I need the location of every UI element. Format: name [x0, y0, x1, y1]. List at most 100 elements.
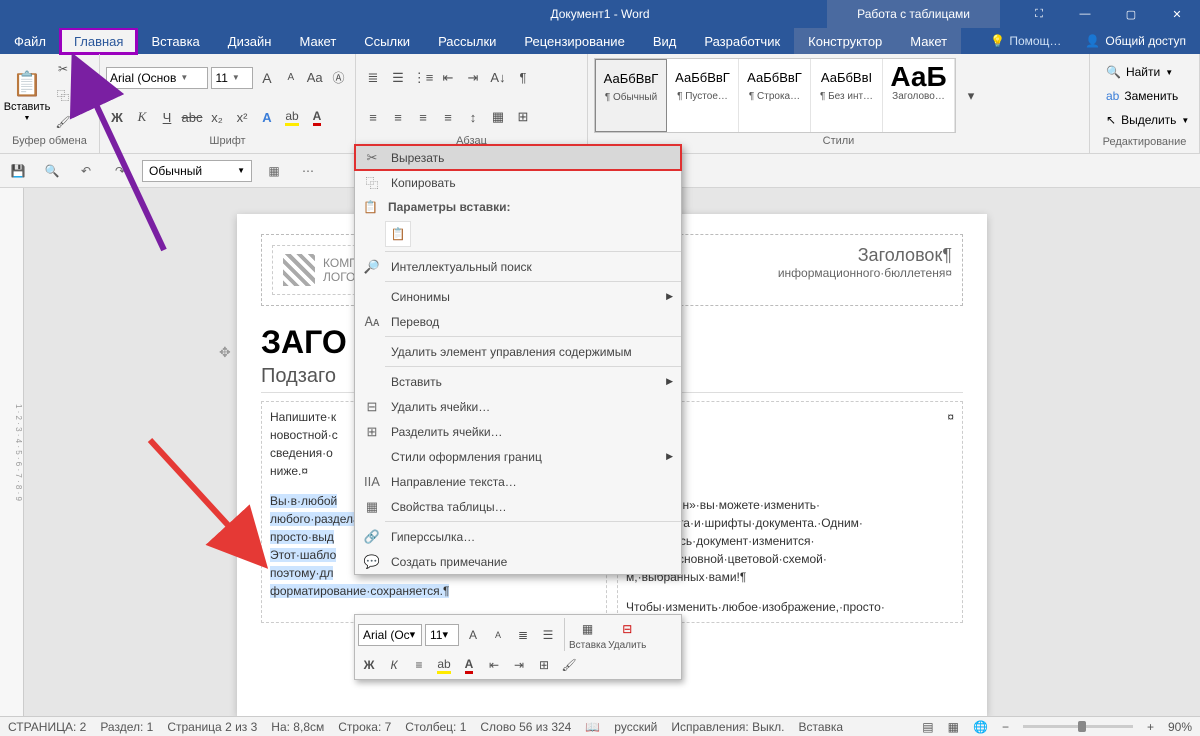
- replace-button[interactable]: abЗаменить: [1100, 84, 1195, 108]
- status-position[interactable]: На: 8,8см: [271, 720, 324, 734]
- ribbon-options-button[interactable]: ⛶: [1016, 0, 1062, 28]
- status-page[interactable]: СТРАНИЦА: 2: [8, 720, 86, 734]
- style-normal[interactable]: АаБбВвГ¶ Обычный: [595, 59, 667, 132]
- cm-delete-content-control[interactable]: Удалить элемент управления содержимым: [355, 339, 681, 364]
- increase-indent-button[interactable]: ⇥: [462, 67, 484, 89]
- tab-references[interactable]: Ссылки: [350, 28, 424, 54]
- decrease-indent-button[interactable]: ⇤: [437, 67, 459, 89]
- paste-option-keep-source[interactable]: 📋: [385, 221, 411, 247]
- find-button[interactable]: 🔍Найти▼: [1100, 60, 1195, 84]
- select-button[interactable]: ↖Выделить▼: [1100, 108, 1195, 132]
- cm-synonyms[interactable]: Синонимы▶: [355, 284, 681, 309]
- cm-insert[interactable]: Вставить▶: [355, 369, 681, 394]
- view-web-layout[interactable]: 🌐: [973, 720, 988, 734]
- minimize-button[interactable]: —: [1062, 0, 1108, 28]
- maximize-button[interactable]: ▢: [1108, 0, 1154, 28]
- cm-border-styles[interactable]: Стили оформления границ▶: [355, 444, 681, 469]
- tab-mailings[interactable]: Рассылки: [424, 28, 510, 54]
- mini-numbering[interactable]: ☰: [537, 624, 559, 646]
- cut-button[interactable]: ✂: [52, 58, 74, 80]
- tab-file[interactable]: Файл: [0, 28, 60, 54]
- mini-align[interactable]: ≡: [408, 654, 430, 676]
- font-size-combo[interactable]: 11▼: [211, 67, 253, 89]
- paste-button[interactable]: 📋 Вставить ▼: [4, 56, 50, 135]
- clear-formatting-button[interactable]: Ⓐ: [328, 67, 349, 89]
- cm-cut[interactable]: ✂Вырезать: [355, 145, 681, 170]
- grow-font-button[interactable]: A: [256, 67, 277, 89]
- font-color-button[interactable]: A: [306, 106, 328, 128]
- status-column[interactable]: Столбец: 1: [405, 720, 466, 734]
- more-qat-button[interactable]: ⋯: [296, 159, 320, 183]
- mini-font-combo[interactable]: Arial (Ос▾: [358, 624, 422, 646]
- status-section[interactable]: Раздел: 1: [100, 720, 153, 734]
- tab-table-layout[interactable]: Макет: [896, 28, 961, 54]
- mini-insert-table[interactable]: ▦: [577, 618, 599, 640]
- mini-indent-inc[interactable]: ⇥: [508, 654, 530, 676]
- view-print-layout[interactable]: ▦: [948, 720, 959, 734]
- mini-shrink-font[interactable]: A: [487, 624, 509, 646]
- superscript-button[interactable]: x²: [231, 106, 253, 128]
- align-right-button[interactable]: ≡: [412, 106, 434, 128]
- status-track-changes[interactable]: Исправления: Выкл.: [671, 720, 784, 734]
- cm-table-properties[interactable]: ▦Свойства таблицы…: [355, 494, 681, 519]
- strikethrough-button[interactable]: abc: [181, 106, 203, 128]
- view-read-mode[interactable]: ▤: [922, 720, 933, 734]
- change-case-button[interactable]: Aa: [304, 67, 325, 89]
- align-center-button[interactable]: ≡: [387, 106, 409, 128]
- style-row[interactable]: АаБбВвГ¶ Строка…: [739, 59, 811, 132]
- highlight-button[interactable]: ab: [281, 106, 303, 128]
- undo-button[interactable]: ↶: [74, 159, 98, 183]
- bullets-button[interactable]: ≣: [362, 67, 384, 89]
- align-left-button[interactable]: ≡: [362, 106, 384, 128]
- style-nospacing[interactable]: АаБбВвІ¶ Без инт…: [811, 59, 883, 132]
- copy-button[interactable]: ⿻: [52, 84, 74, 106]
- zoom-level[interactable]: 90%: [1168, 720, 1192, 734]
- sort-button[interactable]: A↓: [487, 67, 509, 89]
- status-language[interactable]: русский: [614, 720, 657, 734]
- mini-italic[interactable]: К: [383, 654, 405, 676]
- tab-layout[interactable]: Макет: [285, 28, 350, 54]
- tab-developer[interactable]: Разработчик: [690, 28, 794, 54]
- style-combo[interactable]: Обычный▼: [142, 160, 252, 182]
- mini-bullets[interactable]: ≣: [512, 624, 534, 646]
- line-spacing-button[interactable]: ↕: [462, 106, 484, 128]
- show-marks-button[interactable]: ¶: [512, 67, 534, 89]
- borders-button[interactable]: ⊞: [512, 106, 534, 128]
- mini-indent-dec[interactable]: ⇤: [483, 654, 505, 676]
- status-line[interactable]: Строка: 7: [338, 720, 391, 734]
- styles-more-button[interactable]: ▾: [960, 85, 982, 107]
- tab-view[interactable]: Вид: [639, 28, 691, 54]
- redo-button[interactable]: ↷: [108, 159, 132, 183]
- mini-font-color[interactable]: A: [458, 654, 480, 676]
- cm-text-direction[interactable]: IIAНаправление текста…: [355, 469, 681, 494]
- mini-size-combo[interactable]: 11▾: [425, 624, 459, 646]
- save-button[interactable]: 💾: [6, 159, 30, 183]
- shading-button[interactable]: ▦: [487, 106, 509, 128]
- cm-translate[interactable]: 🗛Перевод: [355, 309, 681, 334]
- cm-new-comment[interactable]: 💬Создать примечание: [355, 549, 681, 574]
- cm-copy[interactable]: ⿻Копировать: [355, 170, 681, 195]
- zoom-out-button[interactable]: −: [1002, 720, 1009, 734]
- mini-bold[interactable]: Ж: [358, 654, 380, 676]
- cm-delete-cells[interactable]: ⊟Удалить ячейки…: [355, 394, 681, 419]
- vertical-ruler[interactable]: 1 · 2 · 3 · 4 · 5 · 6 · 7 · 8 · 9: [0, 188, 24, 716]
- tab-design[interactable]: Дизайн: [214, 28, 286, 54]
- tab-insert[interactable]: Вставка: [137, 28, 213, 54]
- table-move-handle[interactable]: ✥: [219, 344, 231, 361]
- italic-button[interactable]: К: [131, 106, 153, 128]
- cm-smart-lookup[interactable]: 🔎Интеллектуальный поиск: [355, 254, 681, 279]
- tab-home[interactable]: Главная: [60, 28, 137, 54]
- status-insert-mode[interactable]: Вставка: [798, 720, 843, 734]
- mini-grow-font[interactable]: A: [462, 624, 484, 646]
- font-name-combo[interactable]: Arial (Основ▼: [106, 67, 208, 89]
- tell-me-search[interactable]: 💡Помощ…: [980, 28, 1071, 54]
- status-proofing-icon[interactable]: 📖: [585, 720, 600, 734]
- justify-button[interactable]: ≡: [437, 106, 459, 128]
- mini-delete-table[interactable]: ⊟: [616, 618, 638, 640]
- share-button[interactable]: 👤Общий доступ: [1071, 28, 1200, 54]
- table-button[interactable]: ▦: [262, 159, 286, 183]
- style-empty[interactable]: АаБбВвГ¶ Пустое…: [667, 59, 739, 132]
- close-button[interactable]: ✕: [1154, 0, 1200, 28]
- print-preview-button[interactable]: 🔍: [40, 159, 64, 183]
- zoom-in-button[interactable]: +: [1147, 720, 1154, 734]
